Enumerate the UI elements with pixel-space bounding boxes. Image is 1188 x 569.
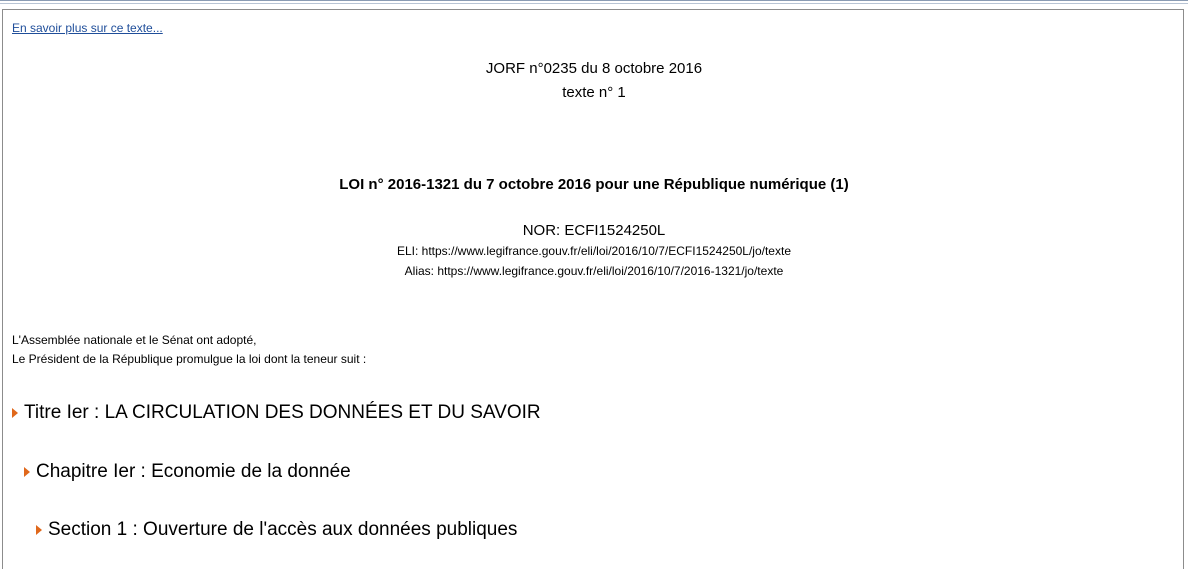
window-top-border <box>0 0 1188 1</box>
nor-reference: NOR: ECFI1524250L <box>522 222 666 239</box>
toc-section-1-label: Section 1 : Ouverture de l'accès aux don… <box>48 519 518 540</box>
window-top-border-inner <box>0 3 1188 4</box>
toc-chapitre-1-label: Chapitre Ier : Economie de la donnée <box>36 461 351 482</box>
text-number: texte n° 1 <box>562 84 626 101</box>
toc-chapitre-1[interactable]: Chapitre Ier : Economie de la donnée <box>24 461 351 483</box>
more-info-link[interactable]: En savoir plus sur ce texte... <box>12 21 163 35</box>
triangle-right-icon <box>36 525 42 535</box>
eli-reference: ELI: https://www.legifrance.gouv.fr/eli/… <box>396 244 791 258</box>
law-title: LOI n° 2016-1321 du 7 octobre 2016 pour … <box>339 176 849 193</box>
preamble-line-1: L'Assemblée nationale et le Sénat ont ad… <box>12 333 257 347</box>
triangle-right-icon <box>12 408 18 418</box>
toc-section-1[interactable]: Section 1 : Ouverture de l'accès aux don… <box>36 519 517 541</box>
jorf-reference: JORF n°0235 du 8 octobre 2016 <box>485 60 703 77</box>
preamble-line-2: Le Président de la République promulgue … <box>12 352 367 366</box>
toc-titre-1-label: Titre Ier : LA CIRCULATION DES DONNÉES E… <box>24 402 541 423</box>
toc-titre-1[interactable]: Titre Ier : LA CIRCULATION DES DONNÉES E… <box>12 402 541 424</box>
triangle-right-icon <box>24 467 30 477</box>
alias-reference: Alias: https://www.legifrance.gouv.fr/el… <box>404 264 784 278</box>
